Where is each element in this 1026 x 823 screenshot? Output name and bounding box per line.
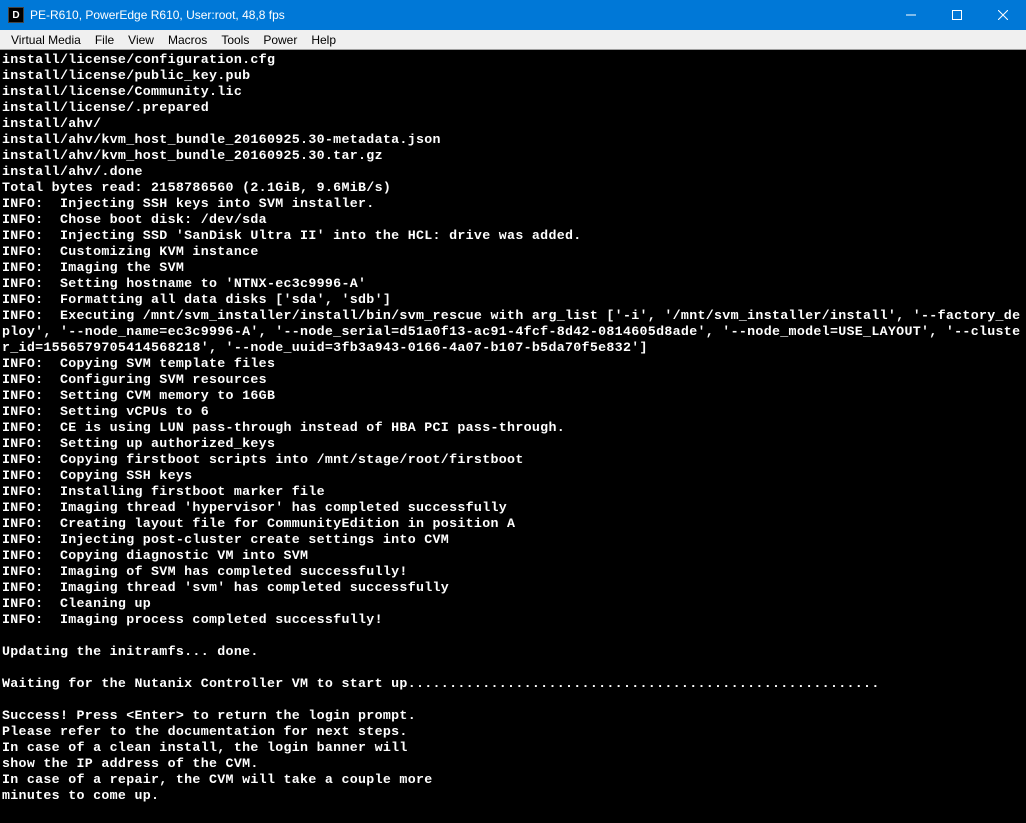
menu-bar: Virtual Media File View Macros Tools Pow…	[0, 30, 1026, 50]
menu-file[interactable]: File	[88, 32, 121, 48]
close-icon	[998, 10, 1008, 20]
window-titlebar: D PE-R610, PowerEdge R610, User:root, 48…	[0, 0, 1026, 30]
maximize-icon	[952, 10, 962, 20]
menu-macros[interactable]: Macros	[161, 32, 214, 48]
app-icon: D	[8, 7, 24, 23]
minimize-button[interactable]	[888, 0, 934, 30]
menu-power[interactable]: Power	[256, 32, 304, 48]
window-controls	[888, 0, 1026, 30]
window-title: PE-R610, PowerEdge R610, User:root, 48,8…	[30, 8, 888, 22]
close-button[interactable]	[980, 0, 1026, 30]
menu-virtual-media[interactable]: Virtual Media	[4, 32, 88, 48]
terminal-output[interactable]: install/license/configuration.cfg instal…	[0, 50, 1026, 823]
maximize-button[interactable]	[934, 0, 980, 30]
minimize-icon	[906, 10, 916, 20]
menu-view[interactable]: View	[121, 32, 161, 48]
menu-help[interactable]: Help	[304, 32, 343, 48]
menu-tools[interactable]: Tools	[214, 32, 256, 48]
